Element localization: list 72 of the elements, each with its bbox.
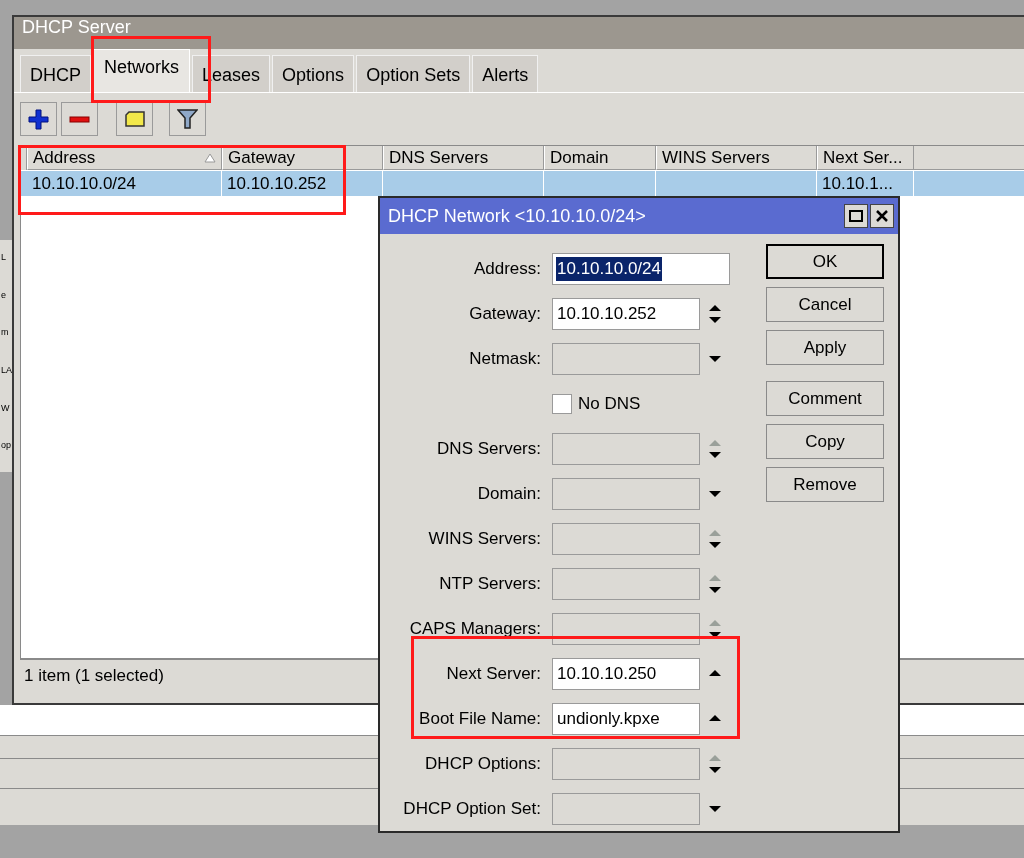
input-field[interactable]	[552, 792, 700, 825]
field-label: Next Server:	[446, 663, 541, 683]
table-cell: 10.10.10.0/24	[27, 171, 222, 196]
filter-icon	[177, 109, 198, 129]
remove-button[interactable]	[61, 102, 98, 136]
field-label: Address:	[473, 258, 541, 278]
field-label: NTP Servers:	[439, 573, 541, 593]
input-field[interactable]	[552, 432, 700, 465]
spin-arrows-icon[interactable]	[708, 303, 722, 324]
field-label: WINS Servers:	[428, 528, 541, 548]
text-fragment: L	[0, 252, 7, 264]
dialog-button[interactable]: OK	[766, 244, 884, 279]
comment-button[interactable]	[116, 102, 153, 136]
minus-icon	[69, 115, 90, 123]
input-field[interactable]: undionly.kpxe	[552, 702, 700, 735]
input-field[interactable]: 10.10.10.250	[552, 657, 700, 690]
input-field[interactable]	[552, 342, 700, 375]
checkbox[interactable]	[552, 393, 572, 414]
field-label: DHCP Option Set:	[403, 798, 541, 818]
text-fragment: LA	[0, 365, 13, 377]
input-field[interactable]: 10.10.10.0/24	[552, 252, 730, 285]
field-label: DNS Servers:	[437, 438, 541, 458]
spin-arrows-icon[interactable]	[708, 438, 722, 459]
field-label: DHCP Options:	[425, 753, 541, 773]
input-field[interactable]: 10.10.10.252	[552, 297, 700, 330]
column-header[interactable]: Gateway	[222, 146, 383, 170]
input-field[interactable]	[552, 747, 700, 780]
text-fragment: W	[0, 402, 11, 415]
spin-arrows-icon[interactable]	[708, 753, 722, 774]
input-field[interactable]	[552, 567, 700, 600]
column-header[interactable]: DNS Servers	[383, 146, 544, 170]
field-label: Netmask:	[469, 348, 541, 368]
dialog-button[interactable]: Cancel	[766, 287, 884, 322]
field-label: Boot File Name:	[419, 708, 541, 728]
spin-arrows-icon[interactable]	[708, 528, 722, 549]
field-label: Gateway:	[469, 303, 541, 323]
dialog-button[interactable]: Apply	[766, 330, 884, 365]
sort-icon	[204, 152, 216, 163]
add-button[interactable]	[20, 102, 57, 136]
note-icon	[124, 111, 145, 127]
column-header[interactable]: Next Ser...	[817, 146, 914, 170]
tab[interactable]: Options	[272, 55, 355, 92]
dialog-title: DHCP Network <10.10.10.0/24>	[388, 204, 646, 228]
filter-button[interactable]	[169, 102, 206, 136]
field-label: CAPS Managers:	[409, 618, 541, 638]
dialog-button[interactable]: Remove	[766, 467, 884, 502]
column-header[interactable]: WINS Servers	[656, 146, 817, 170]
text-fragment: m	[0, 327, 10, 340]
status-text: 1 item (1 selected)	[24, 664, 164, 687]
close-button[interactable]	[870, 204, 894, 228]
input-field[interactable]	[552, 522, 700, 555]
spin-arrows-icon[interactable]	[708, 618, 722, 639]
column-header[interactable]: Domain	[544, 146, 656, 170]
tab[interactable]: Networks	[93, 49, 191, 92]
tab[interactable]: Option Sets	[356, 55, 471, 92]
text-fragment: op	[0, 440, 12, 453]
maximize-icon	[849, 210, 863, 222]
window-title: DHCP Server	[22, 18, 131, 36]
dialog-button[interactable]: Comment	[766, 381, 884, 416]
column-header[interactable]: Address	[27, 146, 222, 170]
spin-arrows-icon[interactable]	[708, 573, 722, 594]
tab[interactable]: Alerts	[472, 55, 539, 92]
input-field[interactable]	[552, 477, 700, 510]
close-icon	[876, 210, 888, 222]
dialog-button[interactable]: Copy	[766, 424, 884, 459]
checkbox-label: No DNS	[578, 392, 641, 415]
text-fragment: e	[0, 289, 7, 302]
plus-icon	[28, 108, 49, 130]
maximize-button[interactable]	[844, 204, 868, 228]
table-row[interactable]: 10.10.10.0/24 10.10.10.252 10.10.1...	[21, 171, 1024, 196]
tab[interactable]: DHCP	[20, 55, 91, 92]
field-label: Domain:	[477, 483, 541, 503]
